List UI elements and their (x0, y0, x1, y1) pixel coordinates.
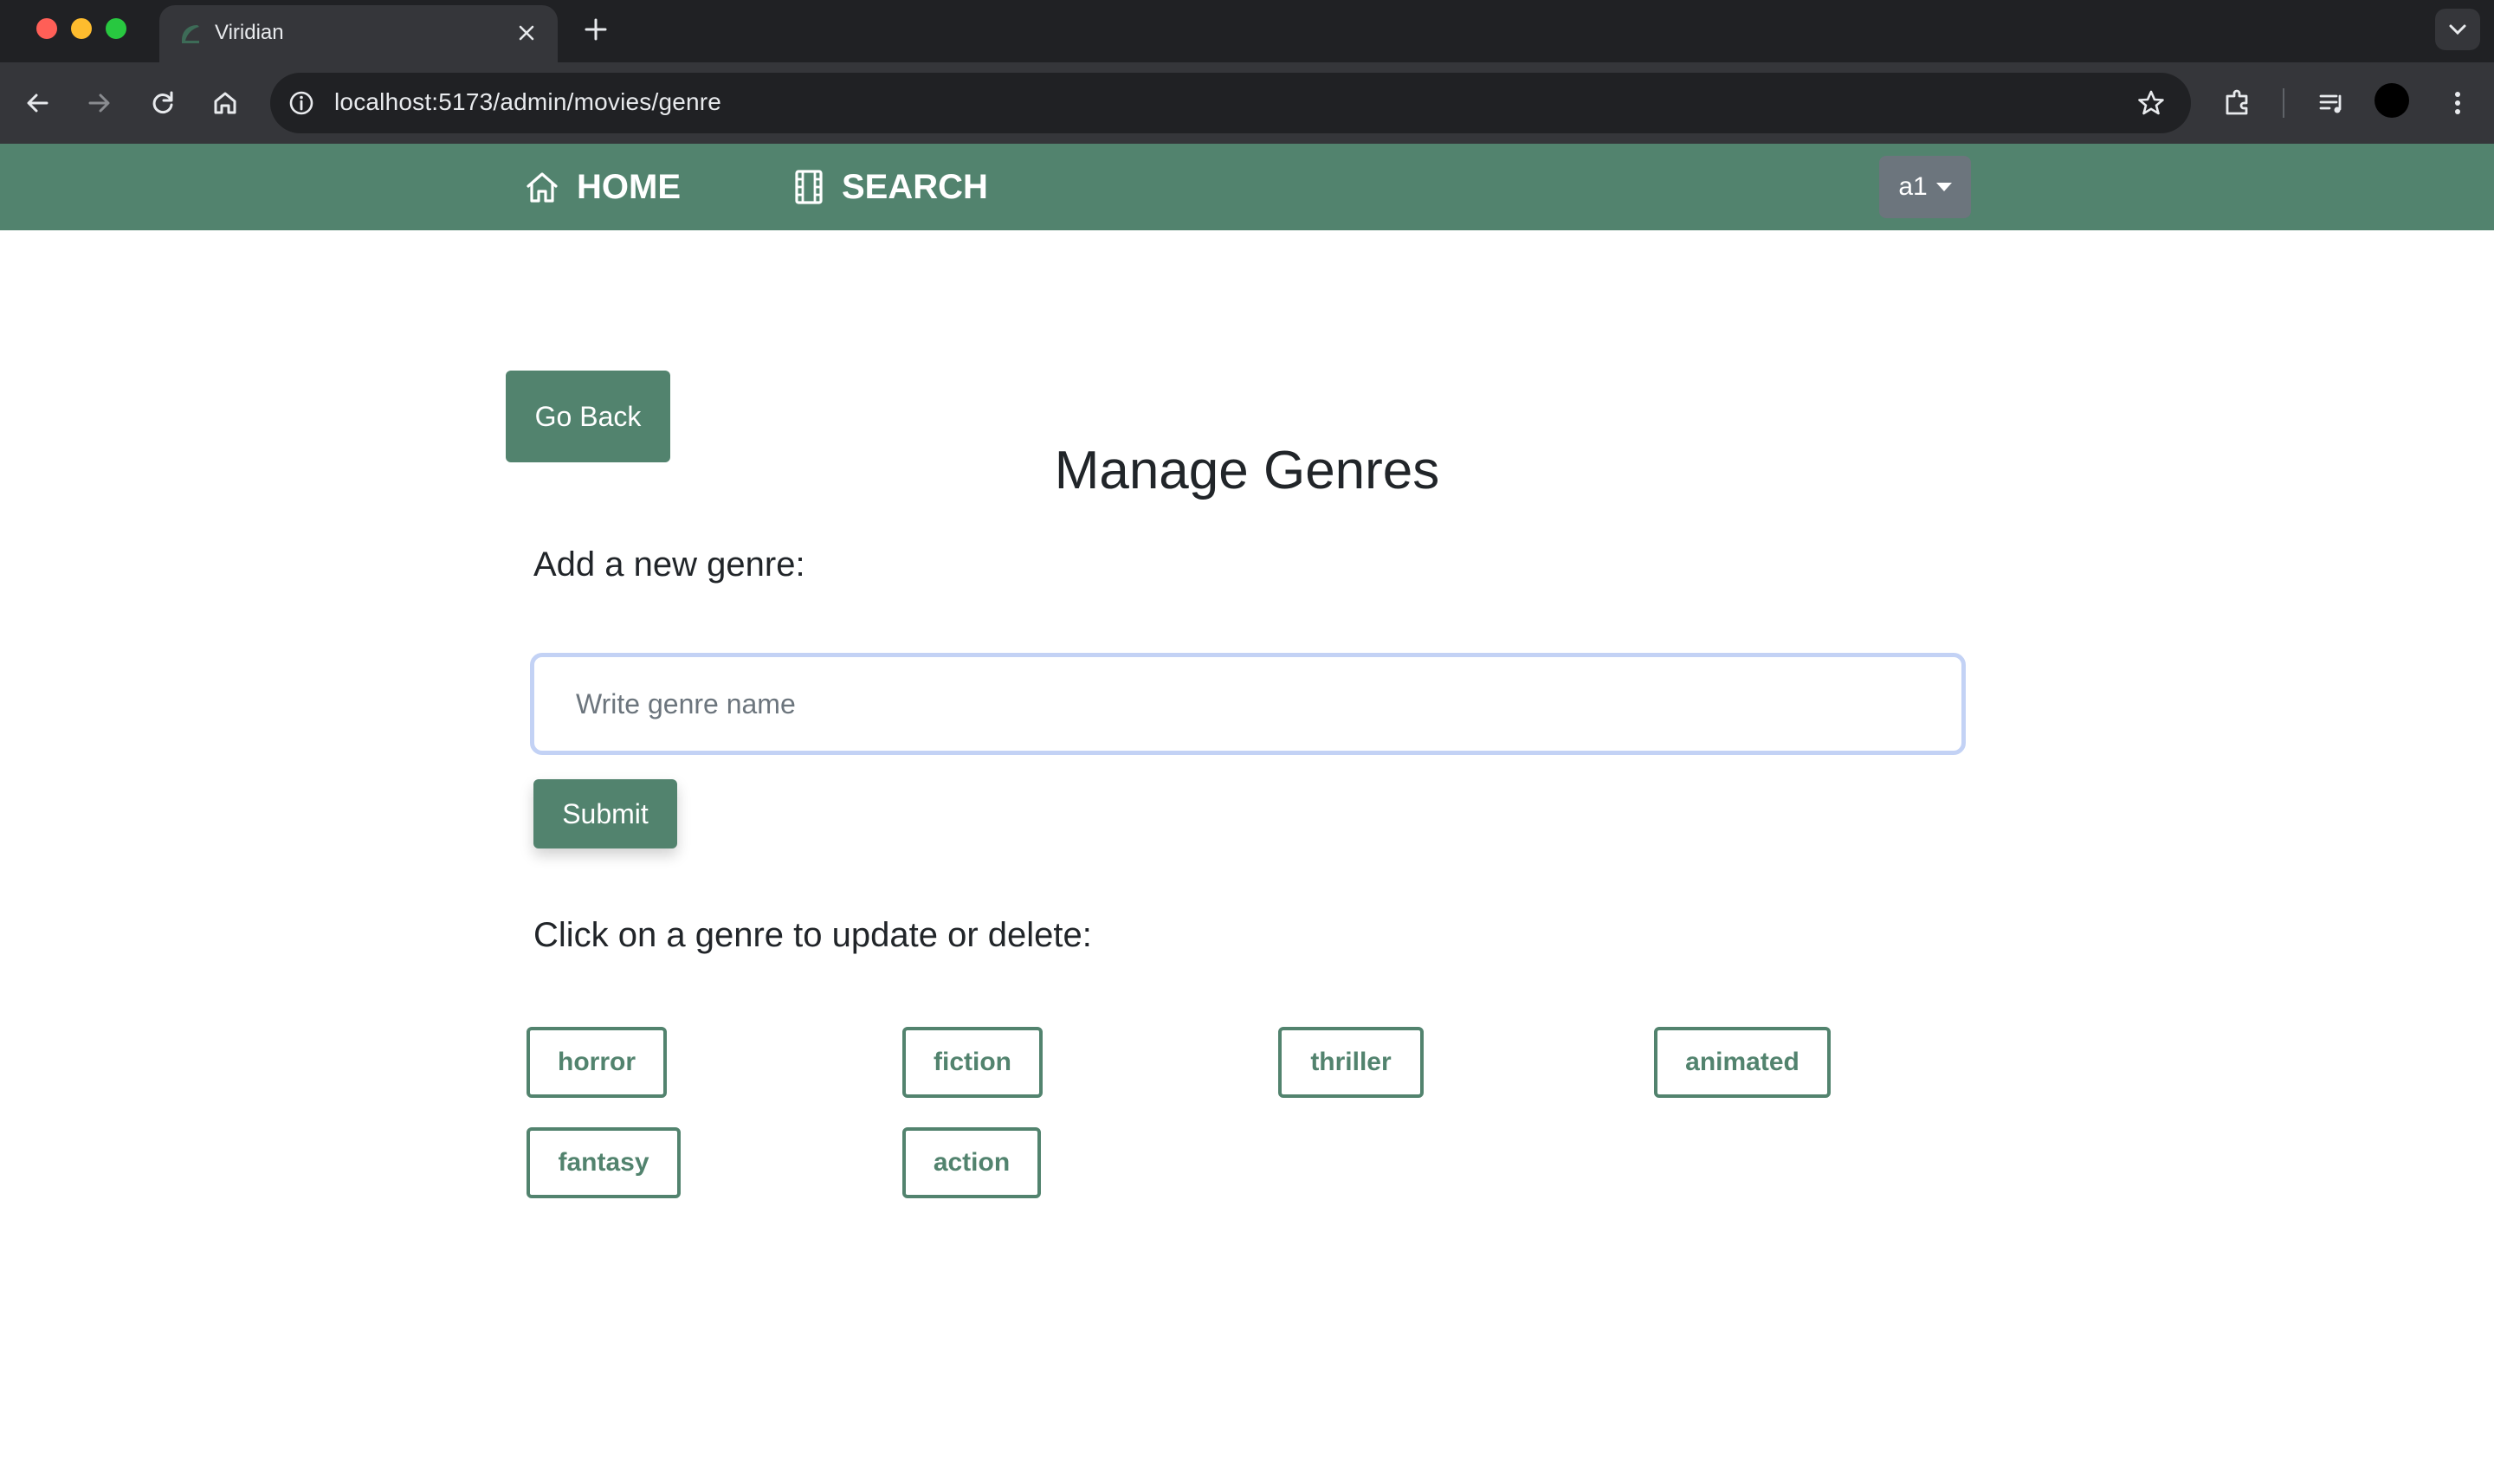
forward-arrow-icon[interactable] (80, 84, 118, 122)
media-control-icon[interactable] (2312, 84, 2350, 122)
chevron-down-icon (2449, 24, 2466, 35)
nav-search-link[interactable]: SEARCH (791, 144, 988, 230)
genre-button-animated[interactable]: animated (1654, 1027, 1831, 1098)
back-arrow-icon[interactable] (19, 84, 57, 122)
home-icon[interactable] (206, 84, 244, 122)
film-icon (795, 170, 823, 204)
user-name-label: a1 (1898, 172, 1928, 201)
window-maximize-button[interactable] (106, 18, 126, 39)
add-genre-heading: Add a new genre: (533, 545, 805, 584)
tab-close-icon[interactable] (511, 17, 542, 48)
tab-search-button[interactable] (2435, 9, 2480, 50)
genre-button-fantasy[interactable]: fantasy (527, 1127, 681, 1198)
tab-title: Viridian (215, 21, 284, 44)
browser-titlebar: Viridian (0, 0, 2494, 62)
browser-menu-icon[interactable] (2439, 84, 2477, 122)
bookmark-star-icon[interactable] (2134, 86, 2168, 120)
nav-home-link[interactable]: HOME (523, 144, 681, 230)
nav-home-label: HOME (577, 167, 681, 206)
genre-button-horror[interactable]: horror (527, 1027, 667, 1098)
genre-name-input[interactable] (530, 653, 1966, 755)
window-close-button[interactable] (36, 18, 57, 39)
house-icon (527, 172, 558, 203)
reload-icon[interactable] (144, 84, 182, 122)
site-favicon-icon (182, 25, 199, 43)
caret-down-icon (1935, 183, 1952, 191)
nav-search-label: SEARCH (842, 167, 988, 206)
genre-button-thriller[interactable]: thriller (1278, 1027, 1424, 1098)
genre-list-heading: Click on a genre to update or delete: (533, 916, 1092, 954)
profile-avatar[interactable] (2374, 83, 2409, 118)
browser-toolbar: localhost:5173/admin/movies/genre (0, 62, 2494, 144)
site-info-icon[interactable] (284, 86, 319, 120)
extensions-puzzle-icon[interactable] (2219, 84, 2257, 122)
user-dropdown-toggle[interactable]: a1 (1879, 156, 1971, 218)
page-title: Manage Genres (1054, 441, 1440, 500)
browser-tab[interactable]: Viridian (159, 5, 558, 62)
address-bar[interactable]: localhost:5173/admin/movies/genre (270, 73, 2191, 133)
genre-button-fiction[interactable]: fiction (902, 1027, 1043, 1098)
app-navbar: HOME SEARCH a1 (0, 144, 2494, 230)
genre-button-action[interactable]: action (902, 1127, 1041, 1198)
toolbar-divider (2283, 88, 2284, 118)
new-tab-icon[interactable] (578, 12, 613, 47)
window-minimize-button[interactable] (71, 18, 92, 39)
address-url: localhost:5173/admin/movies/genre (334, 88, 722, 115)
submit-button[interactable]: Submit (533, 779, 677, 848)
